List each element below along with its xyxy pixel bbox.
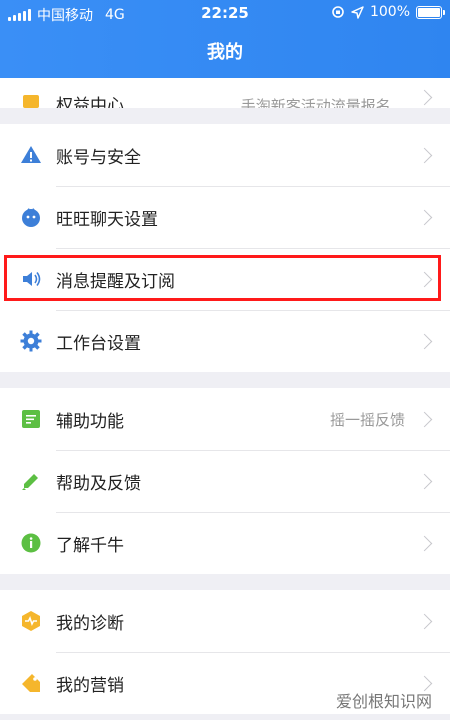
- row-label: 了解千牛: [56, 535, 124, 556]
- rotation-lock-icon: [332, 6, 344, 18]
- row-label: 消息提醒及订阅: [56, 271, 175, 292]
- crown-icon: [20, 90, 42, 108]
- page-title: 我的: [207, 42, 243, 63]
- settings-row-help-feedback[interactable]: 帮助及反馈: [0, 450, 450, 512]
- diagnosis-icon: [20, 610, 42, 632]
- info-icon: [20, 532, 42, 554]
- row-value: 手淘新客活动流量报名...: [240, 97, 405, 108]
- chevron-right-icon: [416, 613, 433, 629]
- chevron-right-icon: [416, 271, 433, 287]
- row-label: 权益中心: [56, 96, 124, 108]
- chevron-right-icon: [416, 473, 433, 489]
- document-icon: [20, 408, 42, 430]
- settings-row-about[interactable]: 了解千牛: [0, 512, 450, 574]
- group-divider: [0, 372, 450, 388]
- settings-row-diagnosis[interactable]: 我的诊断: [0, 590, 450, 652]
- settings-list: 权益中心 手淘新客活动流量报名... 账号与安全 旺旺聊天设置 消息提醒及订阅 …: [0, 78, 450, 720]
- app-header: 中国移动 4G 22:25 100% 我的: [0, 0, 450, 78]
- row-label: 帮助及反馈: [56, 473, 141, 494]
- settings-row-benefits-center[interactable]: 权益中心 手淘新客活动流量报名...: [0, 78, 450, 108]
- group-divider: [0, 108, 450, 124]
- settings-row-wangwang-chat[interactable]: 旺旺聊天设置: [0, 186, 450, 248]
- group-divider: [0, 574, 450, 590]
- chevron-right-icon: [416, 333, 433, 349]
- settings-row-workbench[interactable]: 工作台设置: [0, 310, 450, 372]
- warning-icon: [20, 144, 42, 166]
- row-label: 工作台设置: [56, 333, 141, 354]
- chevron-right-icon: [416, 209, 433, 225]
- row-label: 账号与安全: [56, 147, 141, 168]
- gear-icon: [20, 330, 42, 352]
- settings-row-account-security[interactable]: 账号与安全: [0, 124, 450, 186]
- chevron-right-icon: [416, 535, 433, 551]
- chevron-right-icon: [416, 147, 433, 163]
- settings-group-account: 账号与安全 旺旺聊天设置 消息提醒及订阅 工作台设置: [0, 124, 450, 372]
- row-label: 我的诊断: [56, 613, 124, 634]
- status-right: 100%: [331, 4, 445, 20]
- wangwang-icon: [20, 206, 42, 228]
- battery-icon: [416, 5, 445, 19]
- speaker-icon: [20, 268, 42, 290]
- settings-row-message-notifications[interactable]: 消息提醒及订阅: [0, 248, 450, 310]
- settings-group-benefits: 权益中心 手淘新客活动流量报名...: [0, 78, 450, 108]
- watermark: 爱创根知识网: [335, 692, 432, 711]
- row-label: 辅助功能: [56, 411, 124, 432]
- settings-row-accessibility[interactable]: 辅助功能 摇一摇反馈: [0, 388, 450, 450]
- tag-icon: [20, 672, 42, 694]
- settings-group-help: 辅助功能 摇一摇反馈 帮助及反馈 了解千牛: [0, 388, 450, 574]
- status-bar: 中国移动 4G 22:25 100%: [0, 0, 450, 26]
- chevron-right-icon: [416, 411, 433, 427]
- battery-percent: 100%: [369, 4, 410, 20]
- pencil-icon: [20, 470, 42, 492]
- location-icon: [351, 5, 364, 19]
- row-label: 旺旺聊天设置: [56, 209, 158, 230]
- row-value: 摇一摇反馈: [329, 410, 405, 429]
- chevron-right-icon: [416, 89, 433, 106]
